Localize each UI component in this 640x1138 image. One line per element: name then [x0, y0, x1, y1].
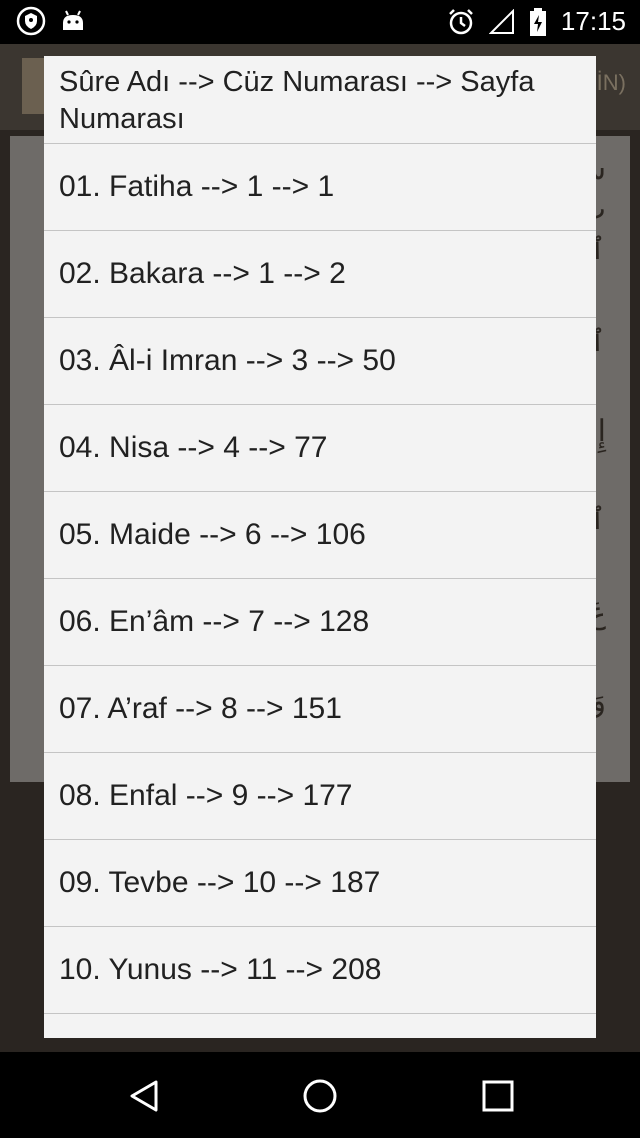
recents-icon[interactable]	[478, 1076, 518, 1116]
back-icon[interactable]	[124, 1076, 164, 1116]
list-item[interactable]: 08. Enfal --> 9 --> 177	[44, 753, 596, 840]
signal-icon	[488, 8, 514, 34]
home-icon[interactable]	[300, 1076, 340, 1116]
clock: 17:15	[560, 6, 626, 36]
list-item[interactable]: 04. Nisa --> 4 --> 77	[44, 405, 596, 492]
background-title: İN)	[596, 70, 626, 95]
list-item[interactable]: 10. Yunus --> 11 --> 208	[44, 927, 596, 1014]
surah-list-dialog: Sûre Adı --> Cüz Numarası --> Sayfa Numa…	[44, 56, 596, 1038]
status-bar: 17:15	[0, 0, 640, 44]
battery-charging-icon	[529, 7, 546, 36]
list-item-partial[interactable]	[44, 1014, 596, 1038]
dialog-title: Sûre Adı --> Cüz Numarası --> Sayfa Numa…	[44, 56, 596, 144]
list-item[interactable]: 06. En’âm --> 7 --> 128	[44, 579, 596, 666]
shield-icon	[16, 6, 46, 36]
list-item[interactable]: 02. Bakara --> 1 --> 2	[44, 231, 596, 318]
alarm-icon	[449, 8, 473, 34]
list-item[interactable]: 05. Maide --> 6 --> 106	[44, 492, 596, 579]
list-item[interactable]: 01. Fatiha --> 1 --> 1	[44, 144, 596, 231]
list-item[interactable]: 09. Tevbe --> 10 --> 187	[44, 840, 596, 927]
navigation-bar	[0, 1052, 640, 1138]
list-item[interactable]: 07. A’raf --> 8 --> 151	[44, 666, 596, 753]
android-icon	[63, 10, 83, 30]
list-item[interactable]: 03. Âl-i Imran --> 3 --> 50	[44, 318, 596, 405]
